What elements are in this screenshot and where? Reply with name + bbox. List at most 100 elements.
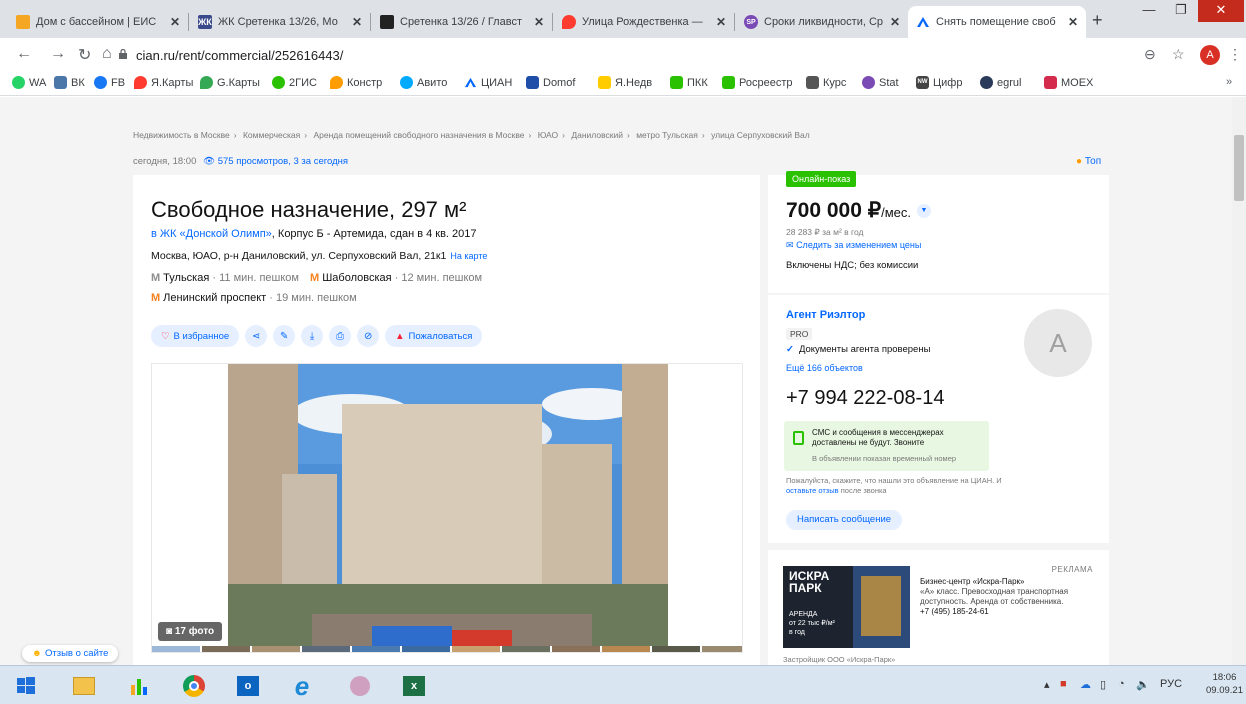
download-button[interactable]: ⤓ (301, 325, 324, 347)
new-tab-button[interactable]: + (1092, 10, 1103, 31)
file-explorer-icon[interactable] (62, 670, 106, 702)
photo-thumbnail[interactable] (652, 646, 700, 652)
browser-tab-2[interactable]: ЖК ЖК Сретенка 13/26, Мо ✕ (190, 6, 370, 38)
bookmark-rosreestr[interactable]: Росреестр (722, 76, 792, 89)
scrollbar[interactable] (1232, 97, 1246, 665)
ad-image[interactable]: ИСКРА ПАРК АРЕНДА от 22 тыс ₽/м² в год (783, 566, 910, 648)
photo-thumbnail[interactable] (702, 646, 742, 652)
breadcrumb-item[interactable]: Коммерческая (243, 130, 300, 140)
minimize-button[interactable]: — (1134, 0, 1164, 22)
bookmark-fb[interactable]: FB (94, 76, 125, 89)
bookmark-cian[interactable]: ЦИАН (464, 76, 512, 89)
browser-tab-5[interactable]: SP Сроки ликвидности, Ср ✕ (736, 6, 908, 38)
views-link[interactable]: 👁 575 просмотров, 3 за сегодня (203, 156, 348, 167)
complain-button[interactable]: ▲ Пожаловаться (385, 325, 483, 347)
bookmark-pkk[interactable]: ПКК (670, 76, 708, 89)
browser-tab-active[interactable]: Снять помещение своб ✕ (908, 6, 1086, 38)
building-photo[interactable] (152, 364, 743, 646)
hide-button[interactable]: ⊘ (357, 325, 380, 347)
bookmark-wa[interactable]: WA (12, 76, 46, 89)
metro-station[interactable]: M Тульская · 11 мин. пешком M Шаболовская … (151, 272, 482, 284)
bookmark-domof[interactable]: Domof (526, 76, 575, 89)
bookmark-stat[interactable]: Stat (862, 76, 899, 89)
photo-thumbnail[interactable] (152, 646, 200, 652)
internet-explorer-icon[interactable]: e (280, 670, 324, 702)
site-feedback-button[interactable]: ☻ Отзыв о сайте (22, 645, 119, 662)
back-arrow-icon[interactable]: ← (16, 45, 32, 63)
write-message-button[interactable]: Написать сообщение (786, 510, 903, 530)
photo-thumbnail[interactable] (452, 646, 500, 652)
close-icon[interactable]: ✕ (352, 15, 362, 29)
paint-icon[interactable] (338, 670, 382, 702)
print-button[interactable]: ⎙ (329, 325, 352, 347)
share-button[interactable]: ⋖ (245, 325, 268, 347)
breadcrumb-item[interactable]: Даниловский (571, 130, 623, 140)
excel-icon[interactable]: x (392, 670, 436, 702)
phone-number[interactable]: +7 994 222-08-14 (786, 387, 944, 410)
profile-avatar[interactable]: A (1200, 45, 1220, 65)
zoom-icon[interactable]: ⊖ (1144, 46, 1156, 63)
star-icon[interactable]: ☆ (1172, 46, 1185, 63)
address-bar[interactable]: cian.ru/rent/commercial/252616443/ (136, 48, 343, 63)
bookmark-yandex-nedv[interactable]: Я.Недв (598, 76, 652, 89)
bookmark-egrul[interactable]: egrul (980, 76, 1021, 89)
photo-thumbnail[interactable] (302, 646, 350, 652)
tray-expand-icon[interactable]: ▴ (1044, 678, 1050, 691)
more-objects-link[interactable]: Ещё 166 объектов (786, 363, 863, 373)
photo-thumbnail[interactable] (502, 646, 550, 652)
bookmark-avito[interactable]: Авито (400, 76, 447, 89)
cloud-icon[interactable]: ☁ (1080, 678, 1091, 691)
charts-app-icon[interactable] (118, 670, 162, 702)
close-icon[interactable]: ✕ (890, 15, 900, 29)
photo-count-badge[interactable]: ◙ 17 фото (158, 622, 223, 641)
close-window-button[interactable]: ✕ (1198, 0, 1244, 22)
close-icon[interactable]: ✕ (170, 15, 180, 29)
complex-link[interactable]: в ЖК «Донской Олимп» (151, 228, 272, 240)
browser-tab-1[interactable]: Дом с бассейном | ЕИС ✕ (8, 6, 188, 38)
start-button[interactable] (4, 670, 48, 702)
close-icon[interactable]: ✕ (534, 15, 544, 29)
bookmark-google-maps[interactable]: G.Карты (200, 76, 260, 89)
chevron-down-icon[interactable]: ▼ (917, 204, 932, 219)
breadcrumb-item[interactable]: улица Серпуховский Вал (711, 130, 810, 140)
home-icon[interactable]: ⌂ (102, 45, 112, 63)
browser-tab-4[interactable]: Улица Рождественка — ✕ (554, 6, 734, 38)
close-icon[interactable]: ✕ (1068, 15, 1078, 29)
network-icon[interactable]: ■ (1060, 678, 1067, 690)
photo-thumbnail[interactable] (602, 646, 650, 652)
follow-price-link[interactable]: ✉ Следить за изменением цены (786, 240, 921, 251)
maximize-button[interactable]: ❐ (1166, 0, 1196, 22)
breadcrumb-item[interactable]: ЮАО (538, 130, 558, 140)
photo-thumbnail[interactable] (552, 646, 600, 652)
photo-thumbnail[interactable] (352, 646, 400, 652)
browser-tab-3[interactable]: Сретенка 13/26 / Главст ✕ (372, 6, 552, 38)
breadcrumb-item[interactable]: Аренда помещений свободного назначения в… (313, 130, 524, 140)
favorite-button[interactable]: ♡ В избранное (151, 325, 240, 347)
metro-station[interactable]: M Ленинский проспект · 19 мин. пешком (151, 292, 357, 304)
bookmark-vk[interactable]: ВК (54, 76, 85, 89)
photo-thumbnail[interactable] (202, 646, 250, 652)
photo-gallery[interactable]: ◙ 17 фото (151, 363, 743, 653)
wifi-icon[interactable]: ◔ (1118, 678, 1125, 690)
breadcrumb-item[interactable]: Недвижимость в Москве (133, 130, 230, 140)
map-link[interactable]: На карте (450, 251, 487, 261)
volume-icon[interactable]: 🔈 (1136, 678, 1150, 691)
leave-review-link[interactable]: оставьте отзыв (786, 486, 839, 495)
more-bookmarks-icon[interactable]: » (1226, 76, 1232, 88)
edit-button[interactable]: ✎ (273, 325, 296, 347)
forward-arrow-icon[interactable]: → (50, 45, 66, 63)
bookmark-yandex-maps[interactable]: Я.Карты (134, 76, 193, 89)
breadcrumb-item[interactable]: метро Тульская (636, 130, 698, 140)
bookmark-moex[interactable]: MOEX (1044, 76, 1093, 89)
reload-icon[interactable]: ↻ (78, 45, 91, 65)
taskbar-clock[interactable]: 18:06 09.09.21 (1206, 671, 1243, 697)
bookmark-constr[interactable]: Констр (330, 76, 382, 89)
language-indicator[interactable]: РУС (1160, 678, 1182, 690)
thumbnail-strip[interactable] (152, 646, 742, 652)
photo-thumbnail[interactable] (252, 646, 300, 652)
ad-card[interactable]: РЕКЛАМА ИСКРА ПАРК АРЕНДА от 22 тыс ₽/м² в … (768, 550, 1109, 665)
chrome-icon[interactable] (172, 670, 216, 702)
close-icon[interactable]: ✕ (716, 15, 726, 29)
bookmark-tsifr[interactable]: NW Цифр (916, 76, 962, 89)
agent-name[interactable]: Агент Риэлтор (786, 309, 865, 321)
